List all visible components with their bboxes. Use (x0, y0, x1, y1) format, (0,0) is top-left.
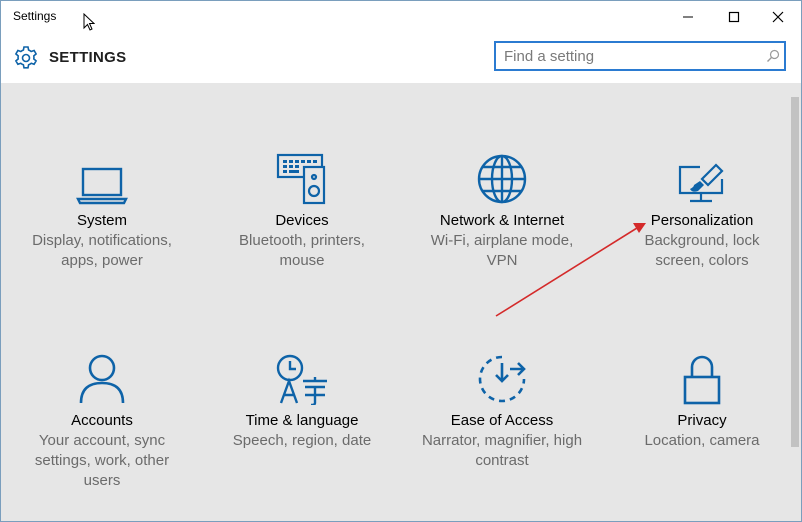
tile-privacy[interactable]: Privacy Location, camera (602, 345, 801, 451)
devices-icon (276, 153, 326, 205)
paintbrush-icon (678, 163, 724, 203)
gear-icon (14, 46, 38, 69)
scrollbar-thumb[interactable] (791, 97, 799, 447)
tile-description: Your account, sync settings, work, other… (34, 432, 170, 489)
ease-of-access-icon (478, 355, 526, 403)
tile-system[interactable]: System Display, notifications, apps, pow… (2, 145, 202, 271)
tile-description: Narrator, magnifier, high contrast (421, 432, 583, 469)
tile-ease-of-access[interactable]: Ease of Access Narrator, magnifier, high… (402, 345, 602, 471)
settings-content: System Display, notifications, apps, pow… (1, 83, 789, 521)
close-icon (772, 11, 784, 23)
mouse-cursor-icon (83, 13, 95, 31)
window-title: Settings (13, 9, 57, 23)
page-title: SETTINGS (49, 49, 127, 66)
tile-description: Wi-Fi, airplane mode, VPN (430, 232, 574, 269)
tile-description: Bluetooth, printers, mouse (239, 232, 365, 269)
tile-title: Network & Internet (439, 212, 565, 229)
tile-description: Location, camera (644, 432, 760, 449)
tile-description: Speech, region, date (232, 432, 372, 449)
tile-title: System (76, 212, 127, 229)
tile-devices[interactable]: Devices Bluetooth, printers, mouse (202, 145, 402, 271)
tile-title: Accounts (71, 412, 133, 429)
vertical-scrollbar[interactable] (789, 83, 801, 521)
maximize-icon (728, 11, 740, 23)
tile-network-internet[interactable]: Network & Internet Wi-Fi, airplane mode,… (402, 145, 602, 271)
tile-title: Personalization (650, 212, 754, 229)
tile-description: Background, lock screen, colors (644, 232, 760, 269)
settings-header: SETTINGS (1, 33, 801, 83)
settings-window: Settings SETTINGS Find a setting System … (0, 0, 802, 522)
tile-title: Devices (275, 212, 329, 229)
tile-time-language[interactable]: Time & language Speech, region, date (202, 345, 402, 451)
tile-title: Privacy (677, 412, 727, 429)
time-language-icon (276, 354, 327, 405)
search-icon[interactable] (766, 49, 780, 63)
globe-icon (477, 154, 527, 204)
tile-description: Display, notifications, apps, power (32, 232, 172, 269)
title-bar: Settings (1, 1, 801, 33)
close-button[interactable] (755, 1, 801, 33)
tile-personalization[interactable]: Personalization Background, lock screen,… (602, 145, 801, 271)
tile-title: Ease of Access (450, 412, 554, 429)
tile-title: Time & language (245, 412, 359, 429)
maximize-button[interactable] (711, 1, 757, 33)
search-box[interactable] (494, 41, 786, 71)
tile-accounts[interactable]: Accounts Your account, sync settings, wo… (2, 345, 202, 491)
person-icon (79, 354, 125, 404)
laptop-icon (76, 167, 128, 205)
search-input[interactable] (504, 46, 754, 66)
minimize-button[interactable] (665, 1, 711, 33)
minimize-icon (683, 16, 693, 18)
lock-icon (683, 355, 721, 405)
